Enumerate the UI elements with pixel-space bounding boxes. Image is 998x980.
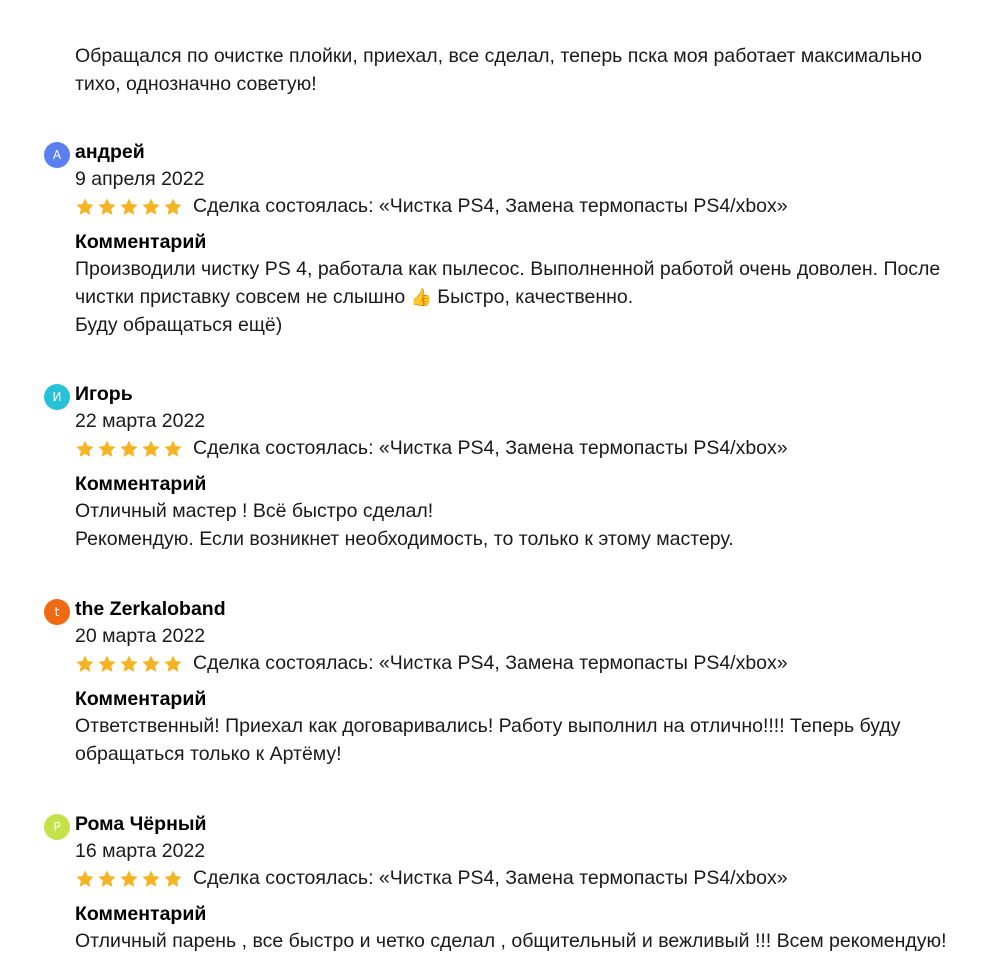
comment-body: Ответственный! Приехал как договаривалис…: [75, 713, 980, 768]
review-author[interactable]: the Zerkaloband: [75, 596, 226, 623]
star-icon: [76, 655, 94, 672]
review-author[interactable]: Игорь: [75, 381, 133, 408]
comment-line: Ответственный! Приехал как договаривалис…: [75, 715, 901, 737]
star-icon: [98, 198, 116, 215]
comment-label: Комментарий: [75, 231, 207, 253]
star-icon: [98, 870, 116, 887]
review-date: 16 марта 2022: [75, 840, 206, 862]
rating-row: Сделка состоялась: «Чистка PS4, Замена т…: [75, 865, 788, 892]
star-rating: [75, 654, 183, 674]
comment-label: Комментарий: [75, 688, 207, 710]
avatar-letter: Р: [53, 820, 61, 834]
comment-line: обращаться только к Артёму!: [75, 742, 342, 765]
star-icon: [142, 655, 160, 672]
comment-line: чистки приставку совсем не слышно 👍 Быст…: [75, 284, 980, 313]
avatar[interactable]: А: [44, 142, 70, 168]
comment-line: Буду обращаться ещё): [75, 314, 283, 336]
comment-line: Производили чистку PS 4, работала как пы…: [75, 258, 941, 280]
star-icon: [142, 870, 160, 887]
comment-body: Производили чистку PS 4, работала как пы…: [75, 256, 980, 340]
star-icon: [142, 198, 160, 215]
deal-info: Сделка состоялась: «Чистка PS4, Замена т…: [193, 867, 788, 889]
comment-body: Отличный мастер ! Всё быстро сделал! Рек…: [75, 498, 980, 553]
star-icon: [120, 440, 138, 457]
star-rating: [75, 197, 183, 217]
avatar-letter: И: [52, 390, 62, 404]
avatar[interactable]: И: [44, 384, 70, 410]
avatar[interactable]: t: [44, 599, 70, 625]
rating-row: Сделка состоялась: «Чистка PS4, Замена т…: [75, 435, 788, 462]
previous-review-comment: Обращался по очистке плойки, приехал, вс…: [75, 43, 975, 98]
comment-line: Рекомендую. Если возникнет необходимость…: [75, 527, 734, 550]
star-icon: [164, 198, 182, 215]
star-icon: [76, 870, 94, 887]
review-author[interactable]: андрей: [75, 139, 145, 166]
star-icon: [142, 440, 160, 457]
star-rating: [75, 869, 183, 889]
rating-row: Сделка состоялась: «Чистка PS4, Замена т…: [75, 193, 788, 220]
avatar[interactable]: Р: [44, 814, 70, 840]
comment-label: Комментарий: [75, 473, 207, 495]
star-icon: [120, 655, 138, 672]
thumbs-up-icon: 👍: [410, 287, 432, 308]
review-date: 22 марта 2022: [75, 410, 206, 432]
comment-line: Отличный мастер ! Всё быстро сделал!: [75, 500, 434, 522]
avatar-letter: А: [52, 148, 62, 162]
avatar-letter: t: [54, 605, 60, 619]
star-icon: [164, 870, 182, 887]
star-icon: [98, 440, 116, 457]
star-icon: [76, 440, 94, 457]
comment-line: Обращался по очистке плойки, приехал, вс…: [75, 45, 922, 67]
comment-text: Быстро, качественно.: [431, 285, 634, 308]
star-icon: [164, 655, 182, 672]
comment-line: тихо, однозначно советую!: [75, 72, 317, 95]
star-icon: [98, 655, 116, 672]
star-rating: [75, 439, 183, 459]
star-icon: [164, 440, 182, 457]
review-date: 20 марта 2022: [75, 625, 206, 647]
comment-line: Отличный парень , все быстро и четко сде…: [75, 930, 947, 952]
review-author[interactable]: Рома Чёрный: [75, 811, 206, 838]
review-date: 9 апреля 2022: [75, 168, 205, 190]
deal-info: Сделка состоялась: «Чистка PS4, Замена т…: [193, 652, 788, 674]
rating-row: Сделка состоялась: «Чистка PS4, Замена т…: [75, 650, 788, 677]
star-icon: [120, 198, 138, 215]
deal-info: Сделка состоялась: «Чистка PS4, Замена т…: [193, 195, 788, 217]
comment-text: чистки приставку совсем не слышно: [75, 285, 406, 308]
deal-info: Сделка состоялась: «Чистка PS4, Замена т…: [193, 437, 788, 459]
star-icon: [76, 198, 94, 215]
comment-body: Отличный парень , все быстро и четко сде…: [75, 928, 980, 956]
comment-label: Комментарий: [75, 903, 207, 925]
star-icon: [120, 870, 138, 887]
